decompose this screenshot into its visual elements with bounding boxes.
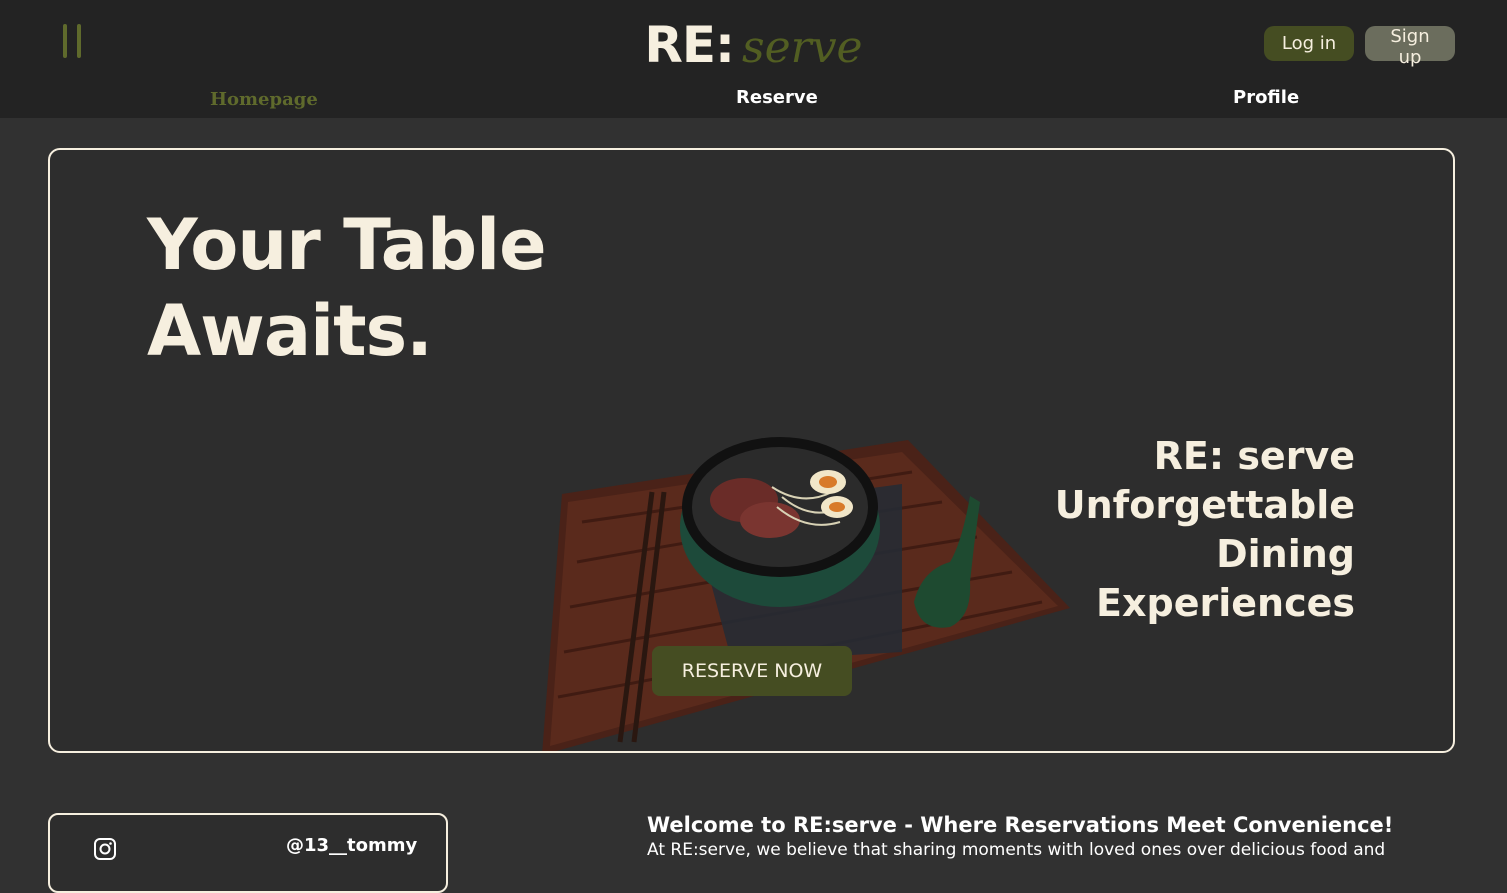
- brand-prefix: RE:: [644, 16, 735, 74]
- login-button[interactable]: Log in: [1264, 26, 1354, 61]
- signup-button[interactable]: Sign up: [1365, 26, 1455, 68]
- hero-title: Your Table Awaits.: [147, 202, 547, 374]
- hero-title-line-2: Awaits.: [147, 290, 433, 372]
- tagline-line-4: Experiences: [1096, 581, 1355, 625]
- hero-card: Your Table Awaits. RESERVE NOW RE: serve…: [48, 148, 1455, 753]
- instagram-card: @13__tommy: [48, 813, 448, 893]
- hero-tagline: RE: serve Unforgettable Dining Experienc…: [1025, 432, 1355, 628]
- tagline-line-1: RE: serve: [1153, 434, 1355, 478]
- ramen-bowl-illustration: [542, 437, 1070, 751]
- hero-title-line-1: Your Table: [147, 204, 547, 286]
- nav-item-reserve[interactable]: Reserve: [736, 87, 818, 108]
- tagline-line-3: Dining: [1216, 532, 1355, 576]
- welcome-text: At RE:serve, we believe that sharing mom…: [647, 840, 1386, 860]
- instagram-icon[interactable]: [93, 837, 117, 861]
- instagram-handle-link[interactable]: @13__tommy: [286, 835, 417, 856]
- nav-item-homepage[interactable]: Homepage: [210, 89, 318, 110]
- auth-buttons: Log in Sign up: [1264, 26, 1455, 68]
- reserve-now-button[interactable]: RESERVE NOW: [652, 646, 852, 696]
- tagline-line-2: Unforgettable: [1054, 483, 1355, 527]
- nav-item-profile[interactable]: Profile: [1233, 87, 1299, 108]
- brand-suffix: serve: [742, 22, 863, 73]
- top-header: RE: serve Log in Sign up Homepage Reserve…: [0, 0, 1507, 118]
- welcome-title: Welcome to RE:serve - Where Reservations…: [647, 813, 1394, 837]
- main-nav: Homepage Reserve Profile: [0, 87, 1507, 113]
